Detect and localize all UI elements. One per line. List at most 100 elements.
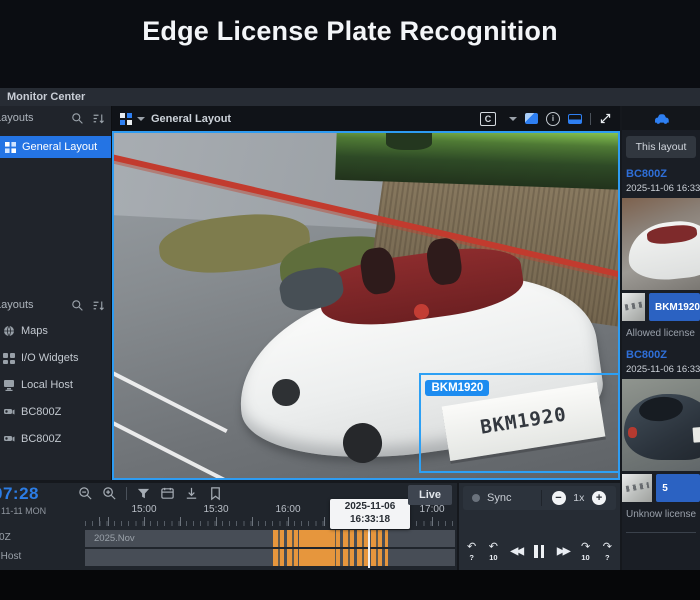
fullscreen-icon[interactable] bbox=[599, 112, 612, 125]
event-entry[interactable]: BC800Z 2025-11-06 16:33 5 Unknow license bbox=[622, 349, 700, 533]
forward-10s-button[interactable]: ↷10 bbox=[581, 542, 590, 562]
time-tick-label: 15:00 bbox=[122, 504, 166, 515]
speed-increase-button[interactable]: + bbox=[592, 491, 606, 505]
event-snapshot[interactable] bbox=[622, 379, 700, 471]
calendar-icon[interactable] bbox=[160, 486, 175, 501]
video-panel: General Layout C i bbox=[112, 106, 620, 480]
layouts-panel-header: Layouts bbox=[0, 106, 111, 130]
playhead-tooltip: 2025-11-06 16:33:18 bbox=[330, 499, 410, 529]
playhead-cursor[interactable] bbox=[368, 523, 370, 568]
sidebar-item-local-host[interactable]: Local Host bbox=[0, 371, 111, 398]
plate-snapshot[interactable] bbox=[622, 293, 645, 321]
playback-settings-bar: Sync − 1x + bbox=[463, 486, 616, 510]
snapshot-plate bbox=[693, 426, 700, 442]
widgets-icon bbox=[3, 352, 15, 364]
window-titlebar: Monitor Center bbox=[0, 88, 700, 106]
fast-forward-button[interactable]: ▶▶ bbox=[557, 546, 568, 557]
camera-feed-tile[interactable]: BKM1920 BKM1920 bbox=[112, 131, 620, 480]
time-tick-label: 16:00 bbox=[266, 504, 310, 515]
time-tick-label: 17:00 bbox=[410, 504, 454, 515]
plate-row: BKM1920 bbox=[622, 293, 700, 321]
info-icon[interactable]: i bbox=[546, 112, 560, 126]
page-title: Edge License Plate Recognition bbox=[0, 0, 700, 47]
rewind-button[interactable]: ◀◀ bbox=[511, 546, 522, 557]
event-entry[interactable]: BC800Z 2025-11-06 16:33 BKM1920 Allowed … bbox=[622, 168, 700, 339]
timeline-row-label: BC800Z bbox=[0, 532, 79, 543]
zoom-in-icon[interactable] bbox=[102, 486, 117, 501]
plate-blur bbox=[625, 482, 649, 492]
event-tab-bar bbox=[622, 106, 700, 130]
car-seat bbox=[425, 237, 464, 286]
sync-radio-icon bbox=[472, 494, 480, 502]
sidebar-item-label: Local Host bbox=[21, 379, 73, 391]
plate-number-button[interactable]: 5 bbox=[656, 474, 700, 502]
sidebar-item-io-widgets[interactable]: I/O Widgets bbox=[0, 344, 111, 371]
pause-button[interactable] bbox=[534, 545, 544, 558]
chevron-down-icon[interactable] bbox=[509, 117, 517, 121]
plate-blur bbox=[624, 301, 642, 310]
event-snapshot[interactable] bbox=[622, 198, 700, 290]
snapshot-taillight bbox=[628, 427, 638, 438]
host-icon bbox=[3, 379, 15, 391]
emap-icon[interactable] bbox=[568, 114, 582, 124]
devices-panel-title: Layouts bbox=[0, 299, 63, 311]
layout-grid-icon[interactable] bbox=[120, 113, 132, 125]
car-seat bbox=[359, 247, 398, 296]
speed-decrease-button[interactable]: − bbox=[552, 491, 566, 505]
live-button[interactable]: Live bbox=[408, 485, 452, 505]
plate-snapshot[interactable] bbox=[622, 474, 652, 502]
bookmark-icon[interactable] bbox=[208, 486, 223, 501]
camera-link[interactable]: BC800Z bbox=[622, 168, 700, 180]
road-marking bbox=[112, 361, 228, 433]
speed-value: 1x bbox=[573, 492, 584, 504]
vehicle-icon[interactable] bbox=[653, 112, 670, 125]
camera-icon bbox=[3, 406, 15, 418]
scope-filter-button[interactable]: This layout bbox=[626, 136, 696, 158]
sidebar-item-general-layout[interactable]: General Layout bbox=[0, 136, 111, 158]
event-note: Unknow license bbox=[622, 509, 700, 520]
download-icon[interactable] bbox=[184, 486, 199, 501]
plate-detection-label[interactable]: BKM1920 bbox=[425, 380, 489, 396]
sort-icon[interactable] bbox=[92, 299, 105, 312]
street-scene: BKM1920 BKM1920 bbox=[114, 133, 618, 478]
event-note: Allowed license bbox=[622, 328, 700, 339]
plate-number-button[interactable]: BKM1920 bbox=[649, 293, 700, 321]
sidebar-item-camera-bc800z-1[interactable]: BC800Z bbox=[0, 398, 111, 425]
sort-icon[interactable] bbox=[92, 112, 105, 125]
current-date: 11-11 MON bbox=[1, 506, 46, 516]
layout-grid-icon bbox=[5, 142, 16, 153]
recording-month-label: 2025.Nov bbox=[85, 530, 455, 547]
globe-icon bbox=[3, 325, 15, 337]
filter-icon[interactable] bbox=[136, 486, 151, 501]
layouts-panel-title: Layouts bbox=[0, 112, 63, 124]
recording-track[interactable]: 2025.Nov bbox=[85, 530, 455, 547]
recording-track[interactable] bbox=[85, 549, 455, 566]
next-event-button[interactable]: ↷? bbox=[603, 542, 612, 562]
video-toolbar: General Layout C i bbox=[112, 106, 620, 131]
car-wheel bbox=[272, 379, 300, 406]
plate-row: 5 bbox=[622, 474, 700, 502]
current-clock: 07:28 bbox=[0, 484, 39, 504]
timeline-row-label: Local Host bbox=[0, 551, 79, 562]
event-bars bbox=[273, 549, 388, 566]
pane-view-icon[interactable] bbox=[525, 113, 538, 124]
zoom-out-icon[interactable] bbox=[78, 486, 93, 501]
search-icon[interactable] bbox=[71, 299, 84, 312]
rewind-10s-button[interactable]: ↶10 bbox=[489, 542, 498, 562]
sidebar-item-camera-bc800z-2[interactable]: BC800Z bbox=[0, 425, 111, 452]
sidebar-item-maps[interactable]: Maps bbox=[0, 317, 111, 344]
devices-panel-header: Layouts bbox=[0, 293, 111, 317]
sidebar-item-label: BC800Z bbox=[21, 433, 61, 445]
tooltip-time: 16:33:18 bbox=[330, 514, 410, 527]
monitor-center-window: Monitor Center Layouts General Layout La… bbox=[0, 88, 700, 570]
sidebar-item-label: Maps bbox=[21, 325, 48, 337]
devices-panel: Layouts Maps I/O Widgets bbox=[0, 293, 111, 452]
tooltip-date: 2025-11-06 bbox=[330, 501, 410, 514]
camera-link[interactable]: BC800Z bbox=[622, 349, 700, 361]
timeline-toolbar bbox=[78, 486, 223, 501]
channel-toggle-button[interactable]: C bbox=[480, 112, 496, 126]
sync-toggle[interactable]: Sync bbox=[463, 492, 541, 504]
chevron-down-icon[interactable] bbox=[137, 117, 145, 121]
previous-event-button[interactable]: ↶? bbox=[467, 542, 476, 562]
search-icon[interactable] bbox=[71, 112, 84, 125]
